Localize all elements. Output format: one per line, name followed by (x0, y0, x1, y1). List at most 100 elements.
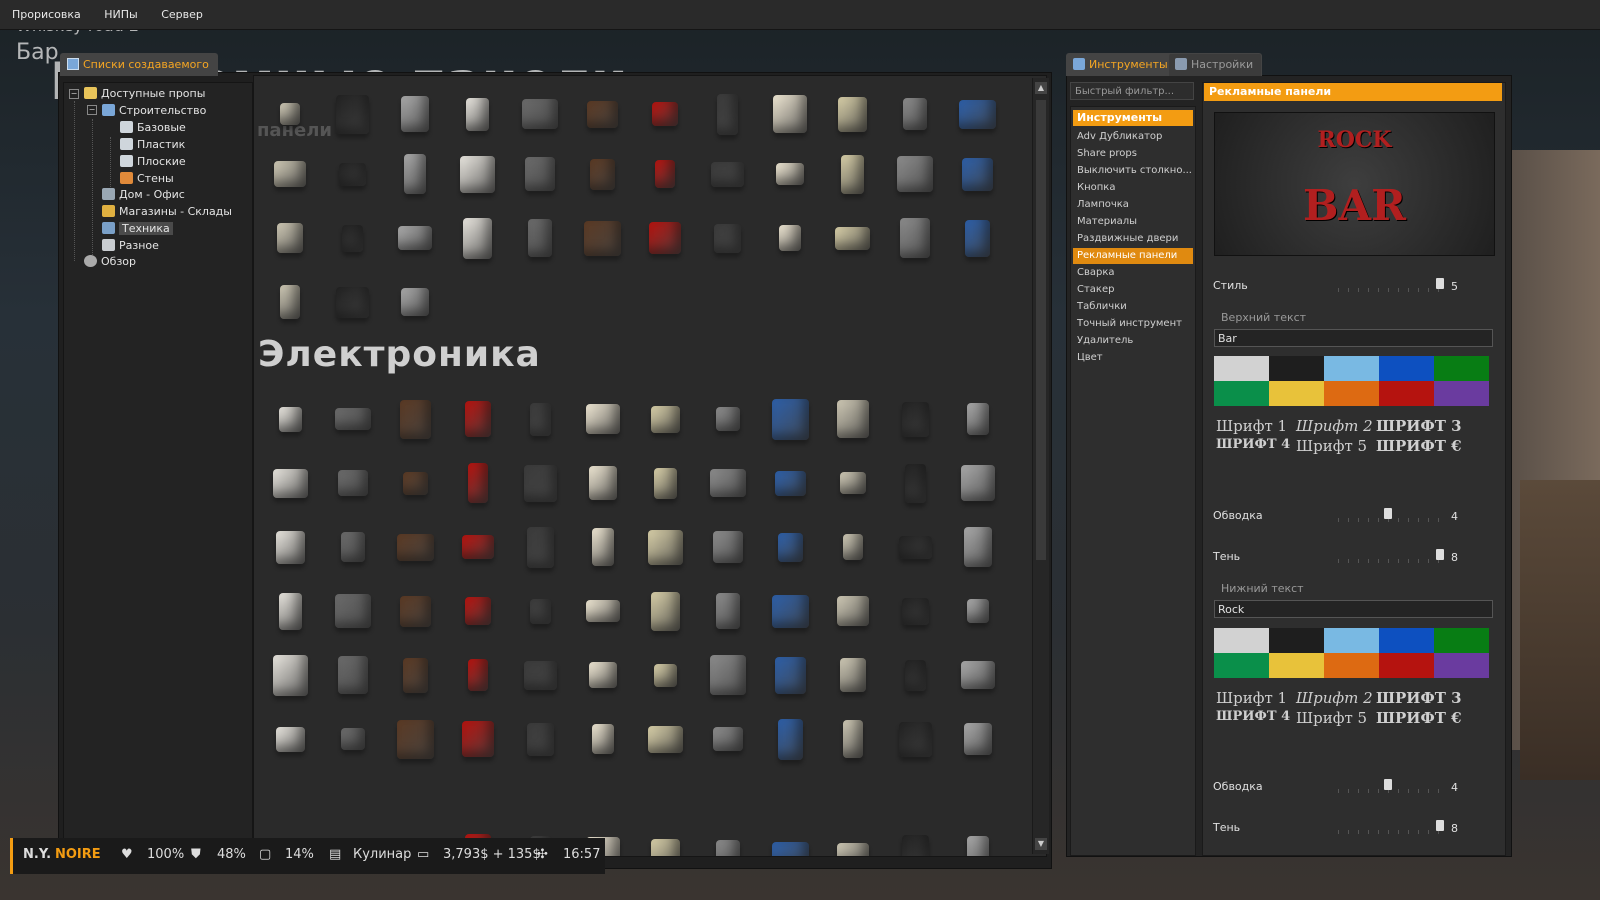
prop-spawn-icon[interactable] (512, 144, 568, 200)
prop-spawn-icon[interactable] (762, 144, 818, 200)
top-text-input[interactable]: Bar (1214, 329, 1493, 347)
prop-spawn-icon[interactable] (387, 208, 443, 264)
prop-spawn-icon[interactable] (637, 709, 693, 765)
shadow-slider-thumb[interactable] (1436, 549, 1444, 560)
prop-spawn-icon[interactable] (325, 581, 381, 637)
prop-spawn-icon[interactable] (762, 84, 818, 140)
prop-spawn-icon[interactable] (325, 84, 381, 140)
prop-spawn-icon[interactable] (950, 84, 1006, 140)
bottom-text-input[interactable]: Rock (1214, 600, 1493, 618)
prop-spawn-icon[interactable] (450, 208, 506, 264)
prop-spawn-icon[interactable] (887, 453, 943, 509)
color-swatch-bottom[interactable] (1434, 628, 1489, 653)
prop-spawn-icon[interactable] (700, 84, 756, 140)
scroll-up-button[interactable]: ▲ (1035, 82, 1047, 94)
color-swatch-bottom[interactable] (1269, 653, 1324, 678)
tree-item-available-props[interactable]: Доступные пропы (84, 86, 205, 102)
prop-spawn-icon[interactable] (325, 645, 381, 701)
prop-spawn-icon[interactable] (825, 389, 881, 445)
tool-item-signs[interactable]: Таблички (1073, 299, 1193, 315)
tool-item-share-props[interactable]: Share props (1073, 146, 1193, 162)
tab-settings[interactable]: Настройки (1168, 53, 1263, 76)
prop-spawn-icon[interactable] (387, 144, 443, 200)
scroll-down-button[interactable]: ▼ (1035, 838, 1047, 850)
prop-spawn-icon[interactable] (762, 389, 818, 445)
tool-item-stacker[interactable]: Стакер (1073, 282, 1193, 298)
prop-spawn-icon[interactable] (825, 144, 881, 200)
tree-item-misc[interactable]: Разное (102, 238, 159, 254)
prop-spawn-icon[interactable] (575, 208, 631, 264)
prop-spawn-icon[interactable] (262, 208, 318, 264)
prop-spawn-icon[interactable] (825, 709, 881, 765)
quick-filter-input[interactable]: Быстрый фильтр... (1070, 82, 1194, 100)
prop-spawn-icon[interactable] (887, 144, 943, 200)
color-swatch[interactable] (1379, 356, 1434, 381)
prop-spawn-icon[interactable] (637, 581, 693, 637)
prop-spawn-icon[interactable] (450, 84, 506, 140)
style-slider-thumb[interactable] (1436, 278, 1444, 289)
font-option-3-bottom[interactable]: ШРИФТ 3 (1376, 689, 1462, 707)
prop-spawn-icon[interactable] (700, 824, 756, 856)
color-swatch-bottom[interactable] (1324, 653, 1379, 678)
grid-scrollbar[interactable]: ▲ ▼ (1032, 78, 1049, 854)
prop-spawn-icon[interactable] (512, 517, 568, 573)
prop-spawn-icon[interactable] (950, 389, 1006, 445)
prop-spawn-icon[interactable] (887, 645, 943, 701)
tool-item-precision[interactable]: Точный инструмент (1073, 316, 1193, 332)
tool-item-weld[interactable]: Сварка (1073, 265, 1193, 281)
tree-item-plastic[interactable]: Пластик (120, 137, 185, 153)
prop-spawn-icon[interactable] (700, 144, 756, 200)
prop-spawn-icon[interactable] (700, 645, 756, 701)
color-swatch[interactable] (1434, 381, 1489, 406)
prop-spawn-icon[interactable] (825, 208, 881, 264)
prop-spawn-icon[interactable] (325, 144, 381, 200)
prop-spawn-icon[interactable] (575, 453, 631, 509)
menu-npcs[interactable]: НИПы (94, 0, 147, 29)
prop-spawn-icon[interactable] (512, 453, 568, 509)
prop-spawn-icon[interactable] (575, 84, 631, 140)
font-option-6[interactable]: ШРИФТ € (1376, 437, 1462, 455)
prop-spawn-icon[interactable] (325, 389, 381, 445)
prop-spawn-icon[interactable] (637, 84, 693, 140)
prop-spawn-icon[interactable] (762, 824, 818, 856)
menu-server[interactable]: Сервер (151, 0, 213, 29)
shadow-slider-thumb-bottom[interactable] (1436, 820, 1444, 831)
prop-spawn-icon[interactable] (825, 453, 881, 509)
outline-slider-thumb-bottom[interactable] (1384, 779, 1392, 790)
prop-spawn-icon[interactable] (325, 517, 381, 573)
prop-spawn-icon[interactable] (762, 645, 818, 701)
prop-spawn-icon[interactable] (325, 272, 381, 328)
prop-spawn-icon[interactable] (637, 453, 693, 509)
color-swatch[interactable] (1324, 381, 1379, 406)
prop-spawn-icon[interactable] (825, 517, 881, 573)
color-swatch-bottom[interactable] (1214, 653, 1269, 678)
prop-spawn-icon[interactable] (325, 453, 381, 509)
tab-tools[interactable]: Инструменты (1066, 53, 1177, 76)
prop-spawn-icon[interactable] (575, 581, 631, 637)
prop-spawn-icon[interactable] (825, 581, 881, 637)
prop-spawn-icon[interactable] (262, 144, 318, 200)
color-swatch[interactable] (1214, 381, 1269, 406)
tree-item-walls[interactable]: Стены (120, 171, 174, 187)
prop-spawn-icon[interactable] (262, 389, 318, 445)
font-option-2[interactable]: Шрифт 2 (1296, 417, 1373, 435)
prop-spawn-icon[interactable] (887, 84, 943, 140)
prop-spawn-icon[interactable] (387, 453, 443, 509)
prop-spawn-icon[interactable] (825, 824, 881, 856)
prop-spawn-icon[interactable] (950, 581, 1006, 637)
tool-item-lamp[interactable]: Лампочка (1073, 197, 1193, 213)
prop-spawn-icon[interactable] (637, 389, 693, 445)
prop-spawn-icon[interactable] (637, 208, 693, 264)
color-swatch-bottom[interactable] (1379, 653, 1434, 678)
prop-spawn-icon[interactable] (387, 645, 443, 701)
color-swatch[interactable] (1379, 381, 1434, 406)
prop-spawn-icon[interactable] (700, 709, 756, 765)
tree-collapse-toggle[interactable]: − (69, 89, 79, 99)
tree-item-browse[interactable]: Обзор (84, 254, 136, 270)
color-swatch[interactable] (1269, 381, 1324, 406)
color-swatch[interactable] (1214, 356, 1269, 381)
prop-spawn-icon[interactable] (825, 645, 881, 701)
prop-spawn-icon[interactable] (575, 389, 631, 445)
prop-spawn-icon[interactable] (325, 709, 381, 765)
tree-item-shops[interactable]: Магазины - Склады (102, 204, 232, 220)
